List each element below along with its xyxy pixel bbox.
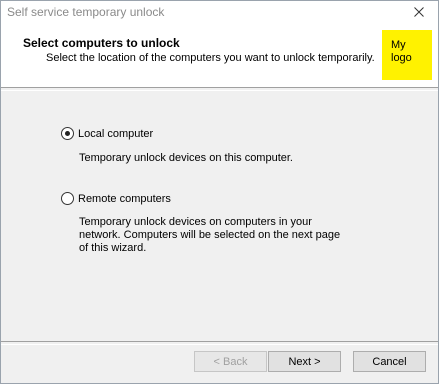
header-title: Select computers to unlock	[23, 36, 180, 50]
description-line: of this wizard.	[79, 242, 147, 254]
header-subtitle: Select the location of the computers you…	[46, 52, 375, 64]
close-icon	[414, 7, 424, 17]
close-button[interactable]	[410, 3, 428, 21]
description-line: Temporary unlock devices on this compute…	[79, 152, 293, 164]
wizard-header: Select computers to unlock Select the lo…	[1, 25, 438, 87]
description-line: network. Computers will be selected on t…	[79, 229, 341, 241]
description-line: Temporary unlock devices on computers in…	[79, 216, 312, 228]
header-divider	[1, 87, 438, 91]
remote-computers-option[interactable]: Remote computers	[61, 192, 171, 205]
local-computer-description: Temporary unlock devices on this compute…	[79, 152, 293, 165]
remote-computers-description: Temporary unlock devices on computers in…	[79, 216, 340, 255]
radio-selected-icon[interactable]	[61, 127, 74, 140]
logo-line-2: logo	[391, 52, 412, 64]
footer-divider	[1, 341, 438, 345]
local-computer-option[interactable]: Local computer	[61, 127, 153, 140]
radio-empty-icon[interactable]	[61, 192, 74, 205]
next-button[interactable]: Next >	[268, 351, 341, 372]
remote-computers-label: Remote computers	[78, 192, 171, 205]
wizard-window: Self service temporary unlock Select com…	[0, 0, 439, 384]
logo-line-1: My	[391, 39, 406, 51]
cancel-button[interactable]: Cancel	[353, 351, 426, 372]
back-button[interactable]: < Back	[194, 351, 267, 372]
window-title: Self service temporary unlock	[7, 5, 165, 19]
title-bar: Self service temporary unlock	[1, 1, 438, 25]
logo: My logo	[382, 30, 432, 80]
local-computer-label: Local computer	[78, 127, 154, 140]
